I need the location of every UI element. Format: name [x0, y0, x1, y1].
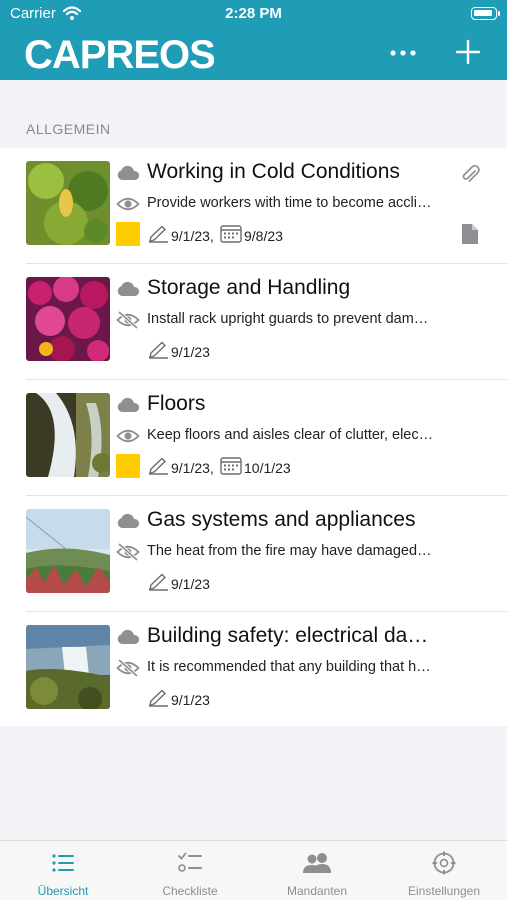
edited-date: 9/1/23,	[171, 460, 214, 476]
item-title: Gas systems and appliances	[147, 508, 416, 531]
item-title: Storage and Handling	[147, 276, 351, 299]
item-description: The heat from the fire may have damaged…	[147, 543, 432, 559]
pencil-icon	[149, 225, 168, 243]
eye-icon	[116, 429, 140, 443]
due-date: 9/8/23	[244, 228, 283, 244]
gear-icon	[432, 851, 456, 875]
tab-label: Checkliste	[162, 884, 218, 898]
calendar-icon	[220, 457, 242, 475]
tab-label: Mandanten	[286, 884, 348, 898]
item-thumbnail	[26, 509, 110, 593]
item-thumbnail	[26, 625, 110, 709]
color-tag	[116, 454, 140, 478]
paperclip-icon	[462, 164, 480, 182]
edited-date: 9/1/23	[171, 576, 210, 592]
list-item[interactable]: Floors Keep floors and aisles clear of c…	[0, 380, 507, 496]
users-icon	[303, 853, 331, 873]
item-title: Working in Cold Conditions	[147, 160, 400, 183]
color-tag	[116, 222, 140, 246]
item-description: Provide workers with time to become accl…	[147, 195, 432, 211]
item-thumbnail	[26, 277, 110, 361]
tab-bar: Übersicht Checkliste Mandanten Einstellu…	[0, 840, 507, 900]
svg-text:CAPREOS: CAPREOS	[24, 33, 214, 76]
document-icon	[462, 224, 478, 244]
edited-date: 9/1/23	[171, 344, 210, 360]
calendar-icon	[220, 225, 242, 243]
pencil-icon	[149, 457, 168, 475]
cloud-icon	[117, 281, 140, 296]
ellipsis-icon[interactable]	[385, 38, 421, 68]
tab-mandanten[interactable]: Mandanten	[254, 841, 380, 900]
eye-icon	[116, 197, 140, 211]
clock: 2:28 PM	[225, 5, 282, 22]
list-item[interactable]: Storage and Handling Install rack uprigh…	[0, 264, 507, 380]
item-description: Install rack upright guards to prevent d…	[147, 311, 429, 327]
eye-slash-icon	[116, 543, 140, 561]
nav-bar: CAPREOS	[0, 28, 507, 80]
item-thumbnail	[26, 161, 110, 245]
list-item[interactable]: Building safety: electrical da… It is re…	[0, 612, 507, 728]
pencil-icon	[149, 573, 168, 591]
cloud-icon	[117, 165, 140, 180]
eye-slash-icon	[116, 659, 140, 677]
item-description: It is recommended that any building that…	[147, 659, 431, 675]
eye-slash-icon	[116, 311, 140, 329]
list-item[interactable]: Gas systems and appliances The heat from…	[0, 496, 507, 612]
section-header: ALLGEMEIN	[26, 121, 111, 137]
status-bar: Carrier 2:28 PM	[0, 0, 507, 28]
cloud-icon	[117, 397, 140, 412]
plus-icon[interactable]	[450, 34, 486, 70]
item-title: Floors	[147, 392, 206, 415]
tab-label: Übersicht	[37, 884, 89, 898]
capreos-logo: CAPREOS	[24, 33, 214, 76]
item-thumbnail	[26, 393, 110, 477]
tab-checkliste[interactable]: Checkliste	[127, 841, 253, 900]
tab-uebersicht[interactable]: Übersicht	[0, 841, 126, 900]
cloud-icon	[117, 629, 140, 644]
item-list: Working in Cold Conditions Provide worke…	[0, 148, 507, 726]
pencil-icon	[149, 689, 168, 707]
edited-date: 9/1/23,	[171, 228, 214, 244]
edited-date: 9/1/23	[171, 692, 210, 708]
pencil-icon	[149, 341, 168, 359]
item-title: Building safety: electrical da…	[147, 624, 429, 647]
item-description: Keep floors and aisles clear of clutter,…	[147, 427, 434, 443]
due-date: 10/1/23	[244, 460, 291, 476]
cloud-icon	[117, 513, 140, 528]
tab-einstellungen[interactable]: Einstellungen	[381, 841, 507, 900]
tab-label: Einstellungen	[407, 884, 481, 898]
list-item[interactable]: Working in Cold Conditions Provide worke…	[0, 148, 507, 264]
battery-icon	[471, 7, 500, 20]
checklist-icon	[178, 852, 202, 872]
list-icon	[52, 854, 74, 872]
